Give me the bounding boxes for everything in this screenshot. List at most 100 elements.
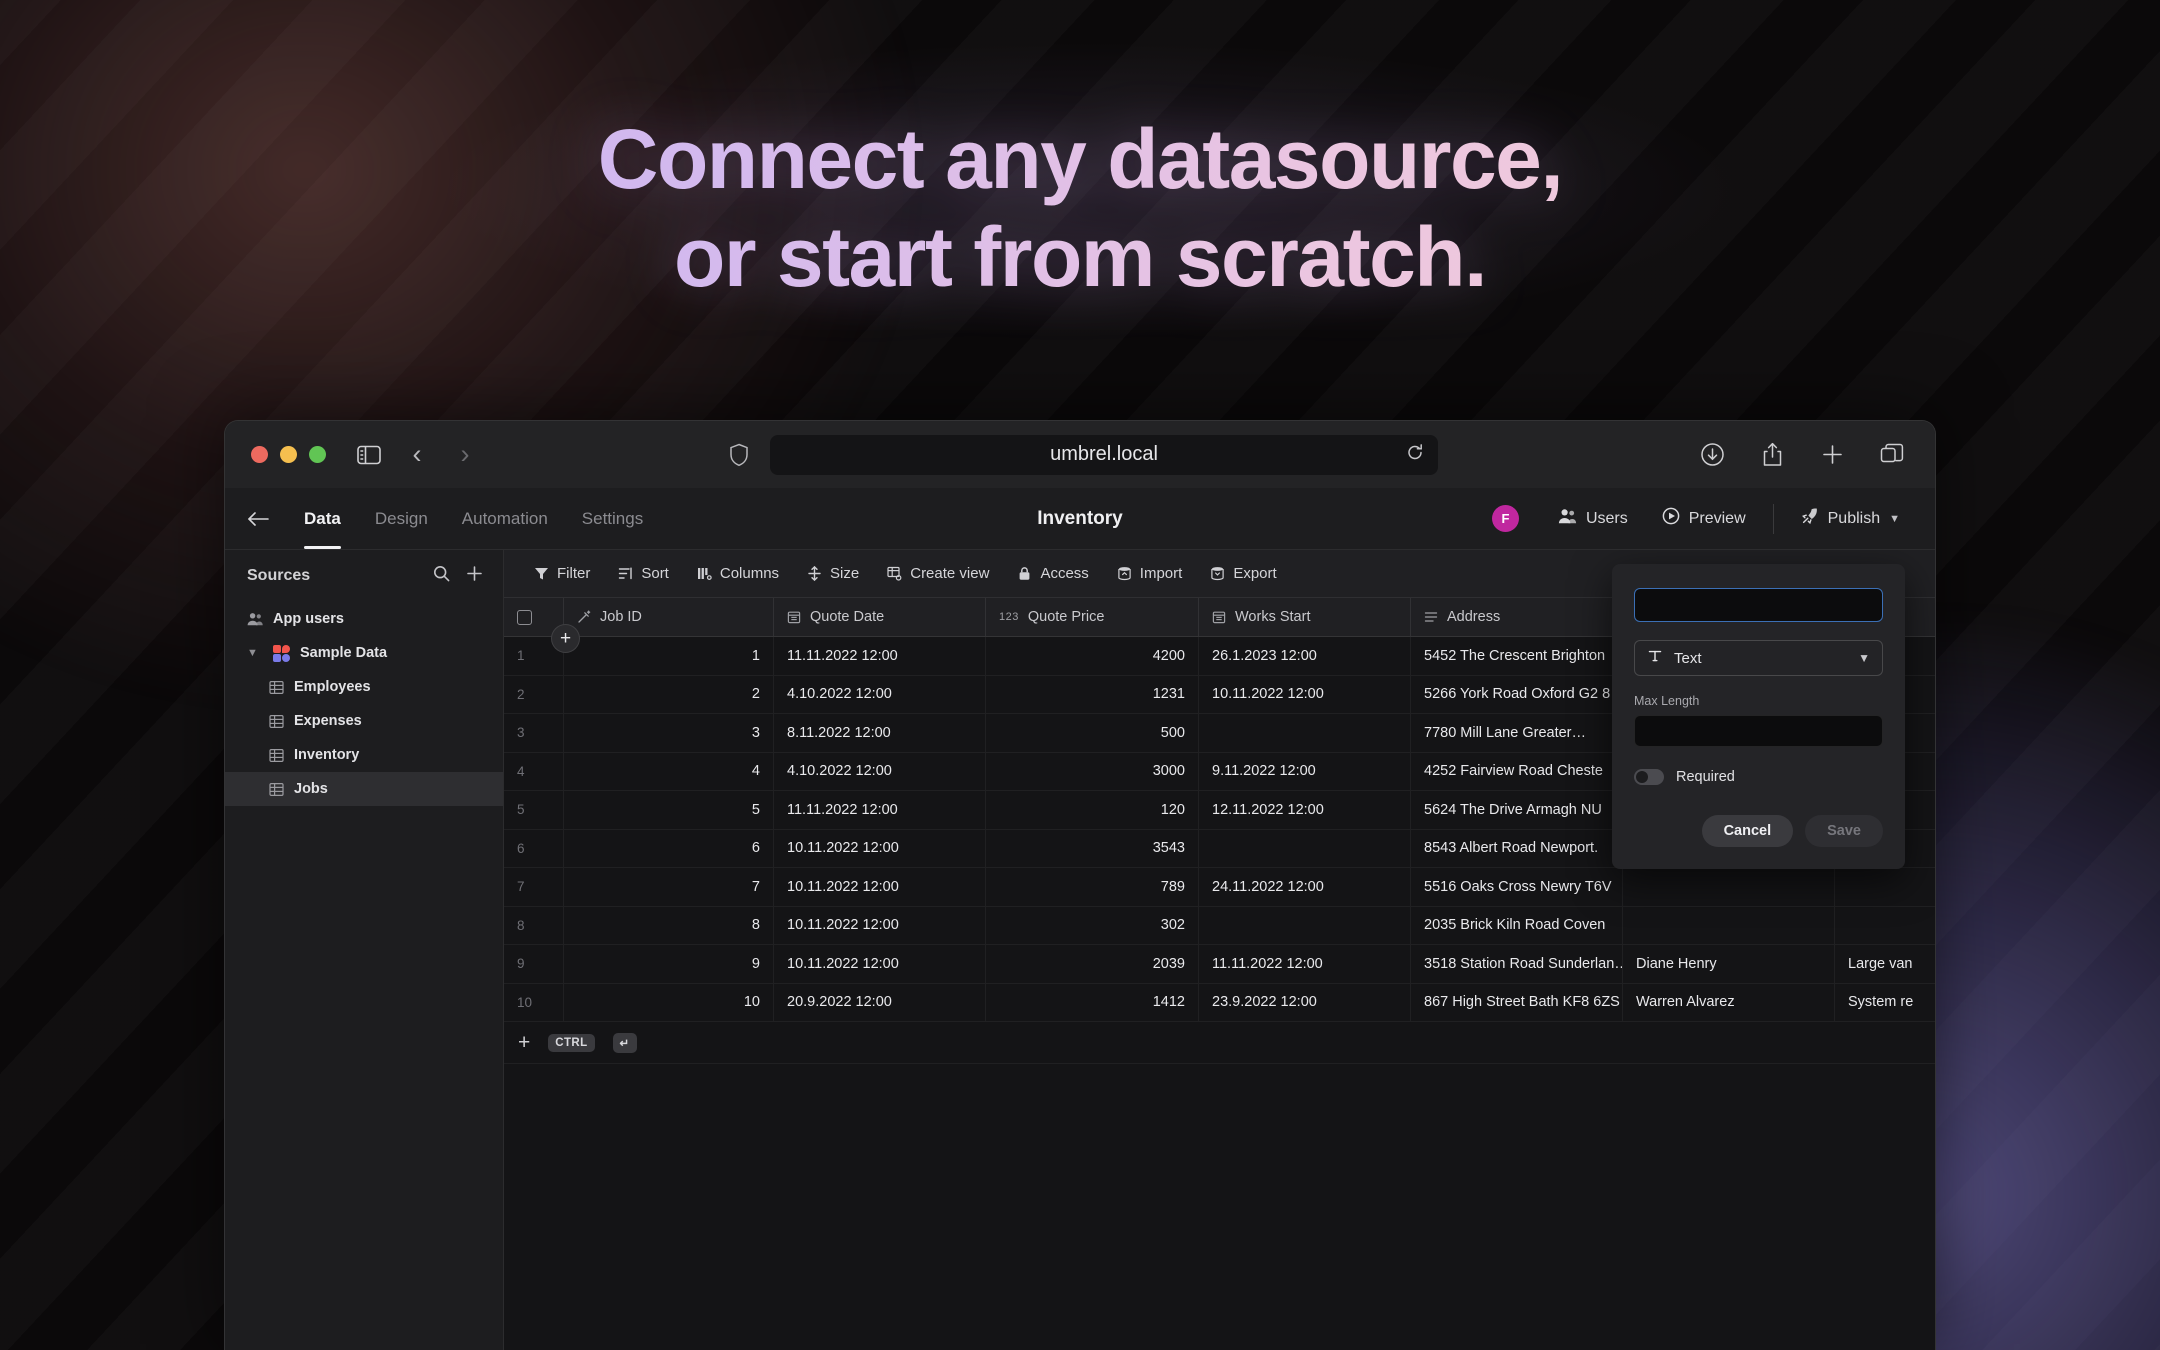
tab-automation[interactable]: Automation: [445, 488, 565, 549]
sidebar-item-inventory[interactable]: Inventory: [225, 738, 503, 772]
column-name-input[interactable]: [1634, 588, 1883, 622]
cell-quote-price[interactable]: 500: [986, 714, 1199, 752]
cell-works-start[interactable]: [1199, 714, 1411, 752]
cell-address[interactable]: 5516 Oaks Cross Newry T6V: [1411, 868, 1623, 906]
cell-quote-price[interactable]: 1412: [986, 984, 1199, 1022]
tab-design[interactable]: Design: [358, 488, 445, 549]
required-toggle[interactable]: [1634, 769, 1664, 785]
cell-job-id[interactable]: 3: [564, 714, 774, 752]
cell-job-id[interactable]: 2: [564, 676, 774, 714]
sidebar-item-jobs[interactable]: Jobs: [225, 772, 503, 806]
cell-extra[interactable]: [1835, 868, 1935, 906]
cell-address[interactable]: 8543 Albert Road Newport.: [1411, 830, 1623, 868]
cell-quote-price[interactable]: 1231: [986, 676, 1199, 714]
share-icon[interactable]: [1755, 438, 1789, 472]
sidebar-item-employees[interactable]: Employees: [225, 670, 503, 704]
insert-column-fab[interactable]: +: [551, 624, 580, 653]
cell-quote-price[interactable]: 3543: [986, 830, 1199, 868]
column-header-works-start[interactable]: Works Start: [1199, 598, 1411, 636]
cell-quote-date[interactable]: 10.11.2022 12:00: [774, 830, 986, 868]
cell-job-id[interactable]: 5: [564, 791, 774, 829]
required-toggle-row[interactable]: Required: [1634, 769, 1883, 785]
cell-works-start[interactable]: [1199, 830, 1411, 868]
cell-customer-name[interactable]: [1623, 907, 1835, 945]
cell-quote-price[interactable]: 2039: [986, 945, 1199, 983]
cell-quote-price[interactable]: 3000: [986, 753, 1199, 791]
cell-works-start[interactable]: 23.9.2022 12:00: [1199, 984, 1411, 1022]
columns-button[interactable]: Columns: [685, 560, 791, 587]
cell-extra[interactable]: Large van: [1835, 945, 1935, 983]
column-header-address[interactable]: Address: [1411, 598, 1623, 636]
cell-extra[interactable]: System re: [1835, 984, 1935, 1022]
size-button[interactable]: Size: [795, 560, 871, 587]
max-length-input[interactable]: [1634, 715, 1883, 747]
back-chevron-icon[interactable]: ‹: [400, 438, 434, 472]
cell-works-start[interactable]: 12.11.2022 12:00: [1199, 791, 1411, 829]
filter-button[interactable]: Filter: [522, 560, 602, 587]
zoom-window-button[interactable]: [309, 446, 326, 463]
table-row[interactable]: 9 9 10.11.2022 12:00 2039 11.11.2022 12:…: [504, 945, 1935, 984]
cell-job-id[interactable]: 1: [564, 637, 774, 675]
column-header-quote-date[interactable]: Quote Date: [774, 598, 986, 636]
cell-job-id[interactable]: 8: [564, 907, 774, 945]
select-all-checkbox[interactable]: [517, 610, 532, 625]
cell-quote-date[interactable]: 8.11.2022 12:00: [774, 714, 986, 752]
cell-quote-price[interactable]: 789: [986, 868, 1199, 906]
tab-data[interactable]: Data: [287, 488, 358, 549]
column-type-select[interactable]: Text ▼: [1634, 640, 1883, 676]
add-source-plus-icon[interactable]: [466, 565, 483, 587]
cell-customer-name[interactable]: Warren Alvarez: [1623, 984, 1835, 1022]
cell-job-id[interactable]: 9: [564, 945, 774, 983]
cell-quote-date[interactable]: 11.11.2022 12:00: [774, 637, 986, 675]
cell-works-start[interactable]: 24.11.2022 12:00: [1199, 868, 1411, 906]
cell-address[interactable]: 3518 Station Road Sunderlan…: [1411, 945, 1623, 983]
sidebar-toggle-icon[interactable]: [352, 438, 386, 472]
add-row[interactable]: + CTRL ↵: [504, 1022, 1935, 1064]
cell-quote-date[interactable]: 4.10.2022 12:00: [774, 676, 986, 714]
save-button[interactable]: Save: [1805, 815, 1883, 847]
access-button[interactable]: Access: [1005, 560, 1100, 587]
users-button[interactable]: Users: [1541, 501, 1645, 537]
cell-extra[interactable]: [1835, 907, 1935, 945]
forward-chevron-icon[interactable]: ›: [448, 438, 482, 472]
cell-quote-date[interactable]: 10.11.2022 12:00: [774, 907, 986, 945]
minimize-window-button[interactable]: [280, 446, 297, 463]
sidebar-item-sample-data[interactable]: ▼ Sample Data: [225, 636, 503, 670]
cell-job-id[interactable]: 6: [564, 830, 774, 868]
table-row[interactable]: 8 8 10.11.2022 12:00 302 2035 Brick Kiln…: [504, 907, 1935, 946]
cell-quote-date[interactable]: 10.11.2022 12:00: [774, 945, 986, 983]
cell-address[interactable]: 5266 York Road Oxford G2 8: [1411, 676, 1623, 714]
export-button[interactable]: Export: [1198, 560, 1288, 587]
column-header-quote-price[interactable]: 123 Quote Price: [986, 598, 1199, 636]
cell-customer-name[interactable]: [1623, 868, 1835, 906]
cell-address[interactable]: 5452 The Crescent Brighton: [1411, 637, 1623, 675]
cell-works-start[interactable]: 9.11.2022 12:00: [1199, 753, 1411, 791]
cell-quote-price[interactable]: 120: [986, 791, 1199, 829]
import-button[interactable]: Import: [1105, 560, 1195, 587]
shield-icon[interactable]: [722, 438, 756, 472]
url-bar[interactable]: umbrel.local: [770, 435, 1438, 475]
cell-works-start[interactable]: [1199, 907, 1411, 945]
tab-settings[interactable]: Settings: [565, 488, 660, 549]
downloads-icon[interactable]: [1695, 438, 1729, 472]
cell-works-start[interactable]: 10.11.2022 12:00: [1199, 676, 1411, 714]
reload-icon[interactable]: [1406, 443, 1424, 466]
table-row[interactable]: 10 10 20.9.2022 12:00 1412 23.9.2022 12:…: [504, 984, 1935, 1023]
cell-quote-date[interactable]: 10.11.2022 12:00: [774, 868, 986, 906]
cell-address[interactable]: 5624 The Drive Armagh NU: [1411, 791, 1623, 829]
preview-button[interactable]: Preview: [1645, 501, 1763, 537]
sort-button[interactable]: Sort: [606, 560, 681, 587]
cell-quote-date[interactable]: 11.11.2022 12:00: [774, 791, 986, 829]
new-tab-plus-icon[interactable]: [1815, 438, 1849, 472]
add-row-plus-icon[interactable]: +: [518, 1032, 530, 1053]
cell-quote-date[interactable]: 20.9.2022 12:00: [774, 984, 986, 1022]
sidebar-item-expenses[interactable]: Expenses: [225, 704, 503, 738]
tabs-overview-icon[interactable]: [1875, 438, 1909, 472]
cancel-button[interactable]: Cancel: [1702, 815, 1794, 847]
close-window-button[interactable]: [251, 446, 268, 463]
cell-job-id[interactable]: 10: [564, 984, 774, 1022]
cell-works-start[interactable]: 11.11.2022 12:00: [1199, 945, 1411, 983]
cell-customer-name[interactable]: Diane Henry: [1623, 945, 1835, 983]
search-icon[interactable]: [433, 565, 450, 587]
cell-address[interactable]: 4252 Fairview Road Cheste: [1411, 753, 1623, 791]
